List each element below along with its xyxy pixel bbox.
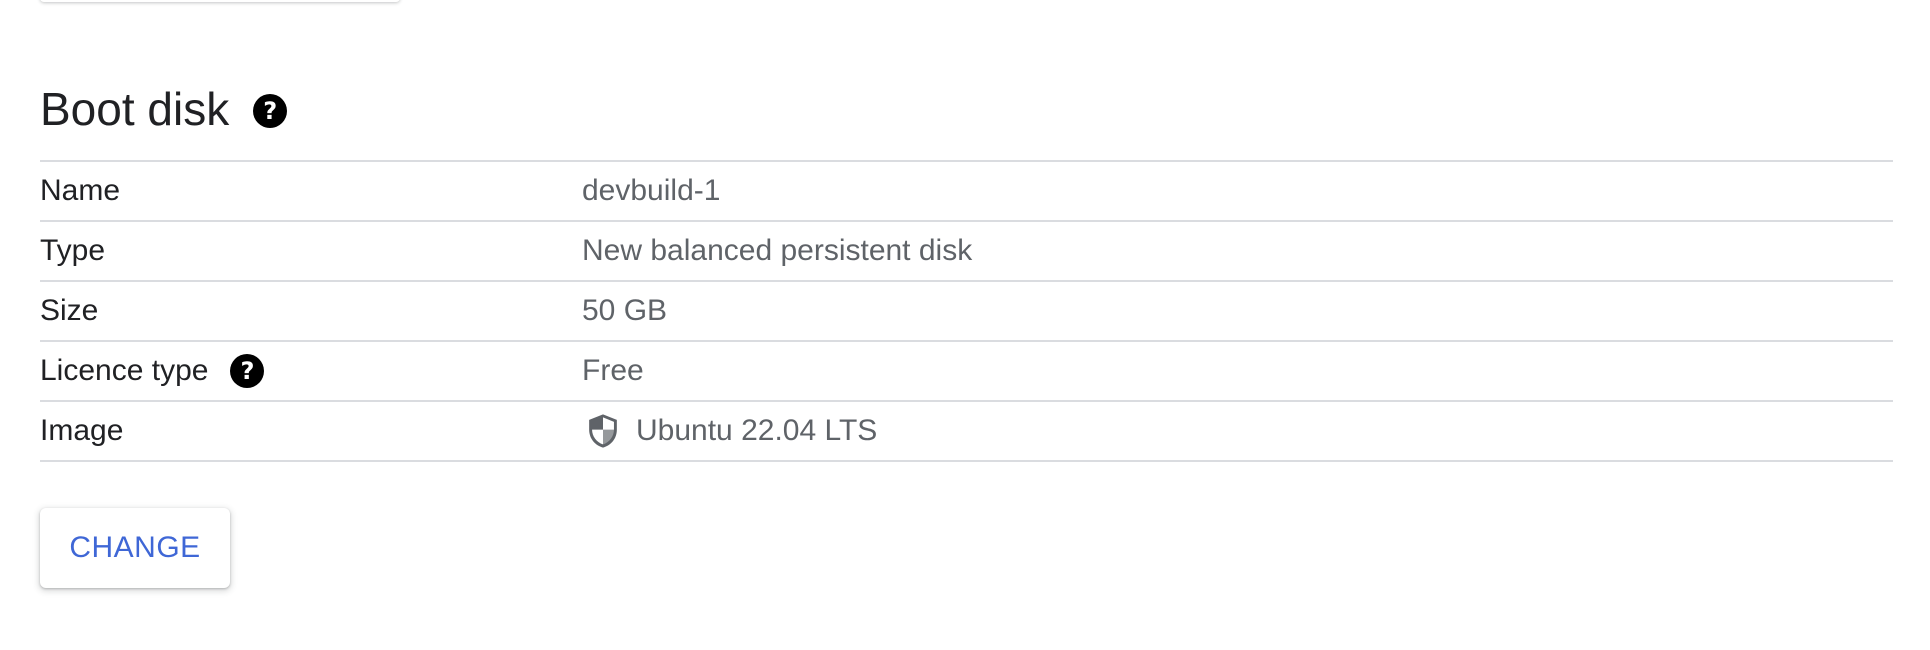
previous-card-edge [40,0,400,2]
boot-disk-details-table: Name devbuild-1 Type New balanced persis… [40,160,1893,462]
table-row-type: Type New balanced persistent disk [40,222,1893,282]
row-value-image: Ubuntu 22.04 LTS [582,413,877,449]
row-label-with-help: Licence type ? [40,354,582,388]
change-button[interactable]: CHANGE [40,508,230,588]
shield-icon [589,414,617,448]
row-value: Free [582,354,644,387]
table-row-size: Size 50 GB [40,282,1893,342]
section-title: Boot disk [40,83,230,135]
table-row-image: Image Ubuntu 22.04 LTS [40,402,1893,462]
row-value: devbuild-1 [582,174,721,207]
table-row-licence-type: Licence type ? Free [40,342,1893,402]
row-value: 50 GB [582,294,668,327]
row-label: Image [40,414,124,447]
row-label: Size [40,294,99,327]
row-label: Name [40,174,121,207]
section-header: Boot disk ? [40,78,1893,140]
table-row-name: Name devbuild-1 [40,162,1893,222]
help-icon[interactable]: ? [230,354,265,388]
row-label: Licence type [40,354,209,387]
row-value: New balanced persistent disk [582,234,973,267]
image-name: Ubuntu 22.04 LTS [636,414,878,447]
row-label: Type [40,234,106,267]
boot-disk-section: Boot disk ? Name devbuild-1 Type New bal… [40,78,1893,462]
help-icon[interactable]: ? [253,94,288,128]
